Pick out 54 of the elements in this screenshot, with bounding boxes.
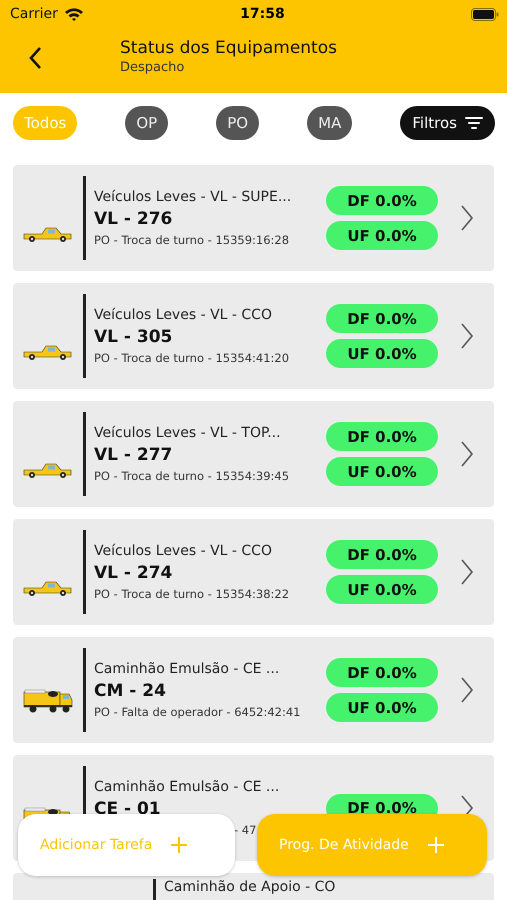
equipment-status: - 47	[233, 823, 258, 837]
filter-icon	[464, 116, 483, 130]
wifi-icon	[64, 7, 84, 21]
filter-chip[interactable]: MA	[307, 106, 352, 140]
filter-chip[interactable]: PO	[216, 106, 260, 140]
equipment-code: VL - 277	[94, 445, 174, 465]
equipment-card[interactable]: Caminhão de Apoio - CO	[13, 873, 494, 900]
equipment-code: VL - 276	[94, 209, 174, 229]
uf-indicator: UF 0.0%	[326, 575, 438, 604]
plus-icon	[170, 836, 188, 854]
uf-indicator: UF 0.0%	[326, 221, 438, 250]
equipment-category: Veículos Leves - VL - SUPE...	[94, 189, 292, 205]
df-indicator: DF 0.0%	[326, 540, 438, 569]
equipment-category: Caminhão Emulsão - CE ...	[94, 779, 280, 795]
df-indicator: DF 0.0%	[326, 658, 438, 687]
carrier-label: Carrier	[10, 6, 58, 22]
equipment-card[interactable]: Veículos Leves - VL - TOP... VL - 277 PO - Troca de turno - 15354:39:45 DF 0.0% UF 0.0%	[13, 401, 494, 507]
df-indicator: DF 0.0%	[326, 304, 438, 333]
filters-button[interactable]: Filtros	[400, 106, 495, 140]
screen-title: Status dos Equipamentos	[120, 38, 337, 58]
back-icon	[28, 46, 42, 70]
chevron-right-icon	[460, 205, 474, 231]
equipment-code: CM - 24	[94, 681, 167, 701]
equipment-code: VL - 305	[94, 327, 174, 347]
plus-icon	[426, 836, 445, 854]
df-indicator: DF 0.0%	[326, 186, 438, 215]
equipment-status: PO - Troca de turno - 15354:39:45	[94, 469, 290, 483]
equipment-category: Caminhão Emulsão - CE ...	[94, 661, 280, 677]
equipment-card[interactable]: Veículos Leves - VL - CCO VL - 274 PO - Troca de turno - 15354:38:22 DF 0.0% UF 0.0%	[13, 519, 494, 625]
chevron-right-icon	[460, 323, 474, 349]
equipment-status: PO - Falta de operador - 6452:42:41	[94, 705, 302, 719]
equipment-category: Veículos Leves - VL - CCO	[94, 543, 273, 559]
filter-chip[interactable]: OP	[125, 106, 168, 140]
chevron-right-icon	[460, 441, 474, 467]
equipment-category: Caminhão de Apoio - CO	[164, 879, 336, 895]
equipment-card[interactable]: Veículos Leves - VL - CCO VL - 305 PO - Troca de turno - 15354:41:20 DF 0.0% UF 0.0%	[13, 283, 494, 389]
equipment-category: Veículos Leves - VL - CCO	[94, 307, 273, 323]
uf-indicator: UF 0.0%	[326, 693, 438, 722]
equipment-card[interactable]: Veículos Leves - VL - SUPE... VL - 276 PO - Troca de turno - 15359:16:28 DF 0.0% UF 0.0%	[13, 165, 494, 271]
equipment-category: Veículos Leves - VL - TOP...	[94, 425, 282, 441]
equipment-status: PO - Troca de turno - 15359:16:28	[94, 233, 290, 247]
equipment-status: PO - Troca de turno - 15354:41:20	[94, 351, 290, 365]
truck-icon	[23, 688, 73, 714]
equipment-status: PO - Troca de turno - 15354:38:22	[94, 587, 290, 601]
clock: 17:58	[240, 6, 286, 22]
uf-indicator: UF 0.0%	[326, 457, 438, 486]
chevron-right-icon	[460, 677, 474, 703]
df-indicator: DF 0.0%	[326, 422, 438, 451]
equipment-card[interactable]: Caminhão Emulsão - CE ... CM - 24 PO - Falta de operador - 6452:42:41 DF 0.0% UF 0.0%	[13, 637, 494, 743]
battery-icon	[471, 8, 499, 20]
screen-subtitle: Despacho	[120, 60, 186, 75]
chevron-right-icon	[460, 559, 474, 585]
uf-indicator: UF 0.0%	[326, 339, 438, 368]
equipment-code: VL - 274	[94, 563, 174, 583]
